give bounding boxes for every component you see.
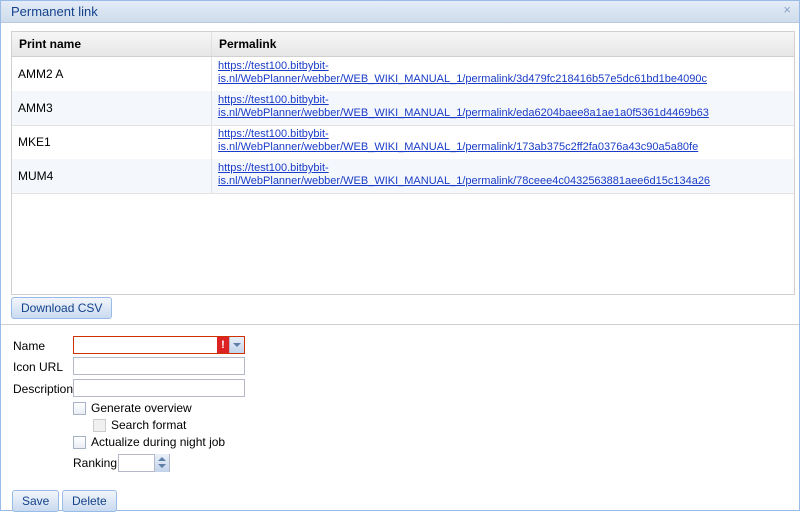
- ranking-label: Ranking: [73, 456, 118, 470]
- download-csv-button[interactable]: Download CSV: [11, 297, 113, 319]
- spinner-down-icon[interactable]: [158, 464, 166, 468]
- icon-url-field[interactable]: [73, 357, 245, 375]
- close-icon[interactable]: ×: [783, 2, 791, 17]
- print-name-cell: MKE1: [12, 125, 212, 159]
- column-header-permalink[interactable]: Permalink: [212, 32, 794, 56]
- name-label: Name: [13, 339, 46, 353]
- error-icon: !: [217, 337, 229, 353]
- table-row[interactable]: AMM3 https://test100.bitbybit-is.nl/WebP…: [12, 91, 794, 126]
- column-header-print-name[interactable]: Print name: [12, 32, 212, 56]
- generate-overview-checkbox[interactable]: [73, 402, 86, 415]
- permalink-cell: https://test100.bitbybit-is.nl/WebPlanne…: [212, 125, 794, 159]
- description-label: Description: [13, 382, 74, 396]
- permalink-link[interactable]: https://test100.bitbybit-is.nl/WebPlanne…: [218, 162, 710, 187]
- actualize-night-job-label: Actualize during night job: [91, 435, 226, 449]
- grid-header: Print name Permalink: [12, 32, 794, 57]
- table-row[interactable]: AMM2 A https://test100.bitbybit-is.nl/We…: [12, 57, 794, 92]
- table-row[interactable]: MKE1 https://test100.bitbybit-is.nl/WebP…: [12, 125, 794, 160]
- permanent-link-dialog: Permanent link × Print name Permalink AM…: [0, 0, 800, 512]
- dialog-title: Permanent link: [11, 4, 98, 19]
- name-dropdown-trigger[interactable]: [229, 337, 244, 353]
- print-name-cell: AMM3: [12, 91, 212, 125]
- search-format-label: Search format: [111, 418, 187, 432]
- print-name-cell: MUM4: [12, 159, 212, 193]
- save-button[interactable]: Save: [12, 490, 60, 512]
- permalink-cell: https://test100.bitbybit-is.nl/WebPlanne…: [212, 57, 794, 91]
- delete-button[interactable]: Delete: [62, 490, 117, 512]
- icon-url-label: Icon URL: [13, 360, 64, 374]
- permalink-cell: https://test100.bitbybit-is.nl/WebPlanne…: [212, 159, 794, 193]
- generate-overview-label: Generate overview: [91, 401, 192, 415]
- print-name-cell: AMM2 A: [12, 57, 212, 91]
- permalink-link[interactable]: https://test100.bitbybit-is.nl/WebPlanne…: [218, 94, 709, 119]
- permalink-link[interactable]: https://test100.bitbybit-is.nl/WebPlanne…: [218, 128, 698, 153]
- permalink-grid: Print name Permalink AMM2 A https://test…: [11, 31, 795, 295]
- table-row[interactable]: MUM4 https://test100.bitbybit-is.nl/WebP…: [12, 159, 794, 194]
- permalink-cell: https://test100.bitbybit-is.nl/WebPlanne…: [212, 91, 794, 125]
- actualize-night-job-checkbox[interactable]: [73, 436, 86, 449]
- spinner-up-icon[interactable]: [158, 457, 166, 461]
- permalink-link[interactable]: https://test100.bitbybit-is.nl/WebPlanne…: [218, 60, 707, 85]
- dialog-titlebar[interactable]: Permanent link ×: [1, 1, 799, 23]
- ranking-spinner[interactable]: [154, 454, 169, 472]
- form-divider: [1, 324, 799, 325]
- description-field[interactable]: [73, 379, 245, 397]
- chevron-down-icon: [233, 343, 241, 347]
- search-format-checkbox[interactable]: [93, 419, 106, 432]
